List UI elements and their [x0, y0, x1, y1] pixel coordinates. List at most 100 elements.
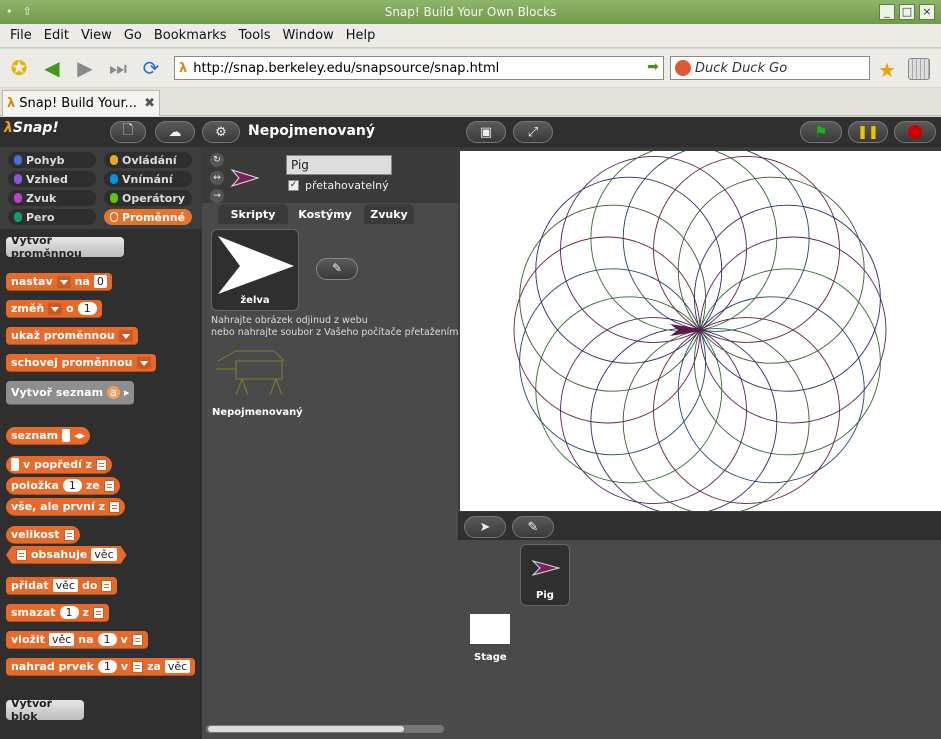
rotation-any-button[interactable]: ↻ — [210, 153, 224, 167]
url-bar[interactable]: λ http://snap.berkeley.edu/snapsource/sn… — [174, 56, 664, 80]
home-icon[interactable]: ✪ — [5, 54, 33, 82]
corral-toolbar: ➤ ✎ — [458, 512, 941, 540]
block-replace-item[interactable]: nahrad prvek 1 v za věc — [6, 658, 196, 676]
category-operatory[interactable]: Operátory — [104, 190, 192, 206]
navigation-toolbar: ✪ ◀ ▶ ⏭ ⟳ λ http://snap.berkeley.edu/sna… — [0, 49, 941, 87]
trash-icon[interactable] — [908, 58, 930, 80]
go-arrow-icon[interactable]: ➡ — [647, 59, 659, 75]
block-in-front-of[interactable]: v popředí z — [6, 456, 113, 474]
sprite-name-input[interactable]: Pig — [286, 155, 392, 175]
make-variable-button[interactable]: Vytvoř proměnnou — [6, 234, 124, 260]
snap-app: λSnap! 🗋 ☁ ⚙ Nepojmenovaný ▣ ⤢ ⚑ ❚❚ Pohy… — [0, 117, 941, 739]
stage-size-button[interactable]: ▣ — [466, 121, 506, 143]
block-hide-variable[interactable]: schovej proměnnou — [6, 354, 156, 372]
block-show-variable[interactable]: ukaž proměnnou — [6, 327, 138, 345]
project-title: Nepojmenovaný — [248, 123, 375, 139]
block-list[interactable]: seznam ◂▸ — [6, 427, 91, 445]
stop-button[interactable] — [894, 121, 936, 143]
search-engine-text[interactable]: Duck Duck Go — [695, 61, 787, 76]
back-button[interactable]: ◀ — [38, 54, 66, 82]
brush-icon: ✎ — [332, 261, 343, 275]
spiro-circle — [590, 328, 778, 511]
block-insert-in-list[interactable]: vložit věc na 1 v — [6, 631, 148, 649]
tab-scripts[interactable]: Skripty — [218, 204, 288, 224]
stage-thumbnail[interactable] — [470, 614, 510, 644]
snap-top-bar: λSnap! 🗋 ☁ ⚙ Nepojmenovaný ▣ ⤢ ⚑ ❚❚ — [0, 117, 941, 147]
close-window-button[interactable]: × — [919, 4, 935, 20]
turtle-costume-icon — [218, 236, 294, 294]
sprite-editor: ↻ ↔ → Pig ✓ přetahovatelný Skripty Kostý… — [202, 147, 459, 739]
stop-load-button[interactable]: ⏭ — [104, 54, 132, 82]
block-set-variable[interactable]: nastav na 0 — [6, 273, 112, 291]
tab-sounds[interactable]: Zvuky — [364, 204, 414, 224]
unnamed-costume-thumbnail[interactable] — [214, 347, 294, 403]
stage[interactable] — [460, 151, 941, 511]
menu-file[interactable]: File — [4, 28, 38, 43]
tab-label: Snap! Build Your... — [19, 96, 138, 111]
block-item-of[interactable]: položka 1 ze — [6, 477, 120, 495]
window-menu-icon[interactable]: • — [6, 0, 13, 24]
category-pero[interactable]: Pero — [8, 209, 96, 225]
category-zvuk[interactable]: Zvuk — [8, 190, 96, 206]
block-change-variable[interactable]: změň o 1 — [6, 300, 102, 318]
block-make-list[interactable]: Vytvoř seznam a ▸ — [6, 381, 135, 405]
sticky-icon[interactable]: ⇧ — [23, 0, 32, 24]
rotation-none-button[interactable]: → — [210, 189, 224, 203]
tab-close-icon[interactable]: ✖ — [144, 96, 155, 111]
tab-costumes[interactable]: Kostýmy — [288, 204, 362, 224]
block-delete-from-list[interactable]: smazat 1 z — [6, 604, 109, 622]
make-block-button[interactable]: Vytvoř blok — [6, 697, 84, 723]
file-menu-button[interactable]: 🗋 — [110, 121, 146, 143]
gear-icon: ⚙ — [215, 124, 227, 140]
paint-new-costume-button[interactable]: ✎ — [316, 258, 358, 280]
settings-button[interactable]: ⚙ — [202, 121, 240, 143]
url-text[interactable]: http://snap.berkeley.edu/snapsource/snap… — [193, 61, 499, 76]
category-vnimani[interactable]: Vnímání — [104, 171, 192, 187]
block-add-to-list[interactable]: přidat věc do — [6, 577, 118, 595]
add-turtle-sprite-button[interactable]: ➤ — [464, 516, 506, 538]
forward-button[interactable]: ▶ — [71, 54, 99, 82]
menu-bar: File Edit View Go Bookmarks Tools Window… — [0, 24, 941, 48]
site-icon: λ — [179, 60, 188, 76]
costume-card-turtle[interactable]: želva — [211, 229, 299, 311]
browser-tab[interactable]: λ Snap! Build Your... ✖ — [2, 90, 160, 116]
sprite-arrow-icon — [670, 324, 708, 336]
green-flag-icon: ⚑ — [814, 123, 828, 141]
category-pohyb[interactable]: Pohyb — [8, 152, 96, 168]
minimize-button[interactable]: _ — [879, 4, 895, 20]
spirograph-drawing — [513, 151, 887, 511]
menu-help[interactable]: Help — [340, 28, 382, 43]
stop-icon — [908, 125, 922, 139]
tab-favicon-icon: λ — [7, 96, 16, 111]
sprite-arrow-icon — [230, 169, 260, 187]
draggable-label: přetahovatelný — [305, 179, 389, 192]
green-flag-button[interactable]: ⚑ — [800, 121, 842, 143]
search-bar[interactable]: Duck Duck Go — [670, 56, 870, 80]
menu-edit[interactable]: Edit — [38, 28, 75, 43]
unnamed-costume-label: Nepojmenovaný — [212, 407, 303, 418]
snap-logo[interactable]: λSnap! — [4, 120, 59, 136]
window-menu-buttons[interactable]: • ⇧ — [6, 0, 32, 24]
paint-new-sprite-button[interactable]: ✎ — [512, 516, 554, 538]
cloud-menu-button[interactable]: ☁ — [155, 121, 195, 143]
menu-bookmarks[interactable]: Bookmarks — [148, 28, 233, 43]
pause-button[interactable]: ❚❚ — [848, 121, 888, 143]
block-all-but-first[interactable]: vše, ale první z — [6, 498, 125, 516]
bookmark-star-icon[interactable]: ★ — [878, 58, 896, 82]
category-promenne[interactable]: Proměnné — [104, 209, 192, 225]
category-vzhled[interactable]: Vzhled — [8, 171, 96, 187]
draggable-checkbox[interactable]: ✓ — [288, 180, 299, 191]
block-contains[interactable]: obsahuje věc — [6, 546, 127, 564]
menu-go[interactable]: Go — [118, 28, 148, 43]
menu-view[interactable]: View — [75, 28, 118, 43]
menu-tools[interactable]: Tools — [232, 28, 276, 43]
menu-window[interactable]: Window — [277, 28, 340, 43]
horizontal-scrollbar[interactable] — [206, 725, 444, 733]
maximize-button[interactable]: □ — [899, 4, 915, 20]
sprite-card-pig[interactable]: Pig — [520, 544, 570, 606]
fullscreen-button[interactable]: ⤢ — [513, 121, 553, 143]
reload-button[interactable]: ⟳ — [137, 54, 165, 82]
category-ovladani[interactable]: Ovládání — [104, 152, 192, 168]
block-length-of[interactable]: velikost — [6, 526, 80, 544]
rotation-flip-button[interactable]: ↔ — [210, 171, 224, 185]
